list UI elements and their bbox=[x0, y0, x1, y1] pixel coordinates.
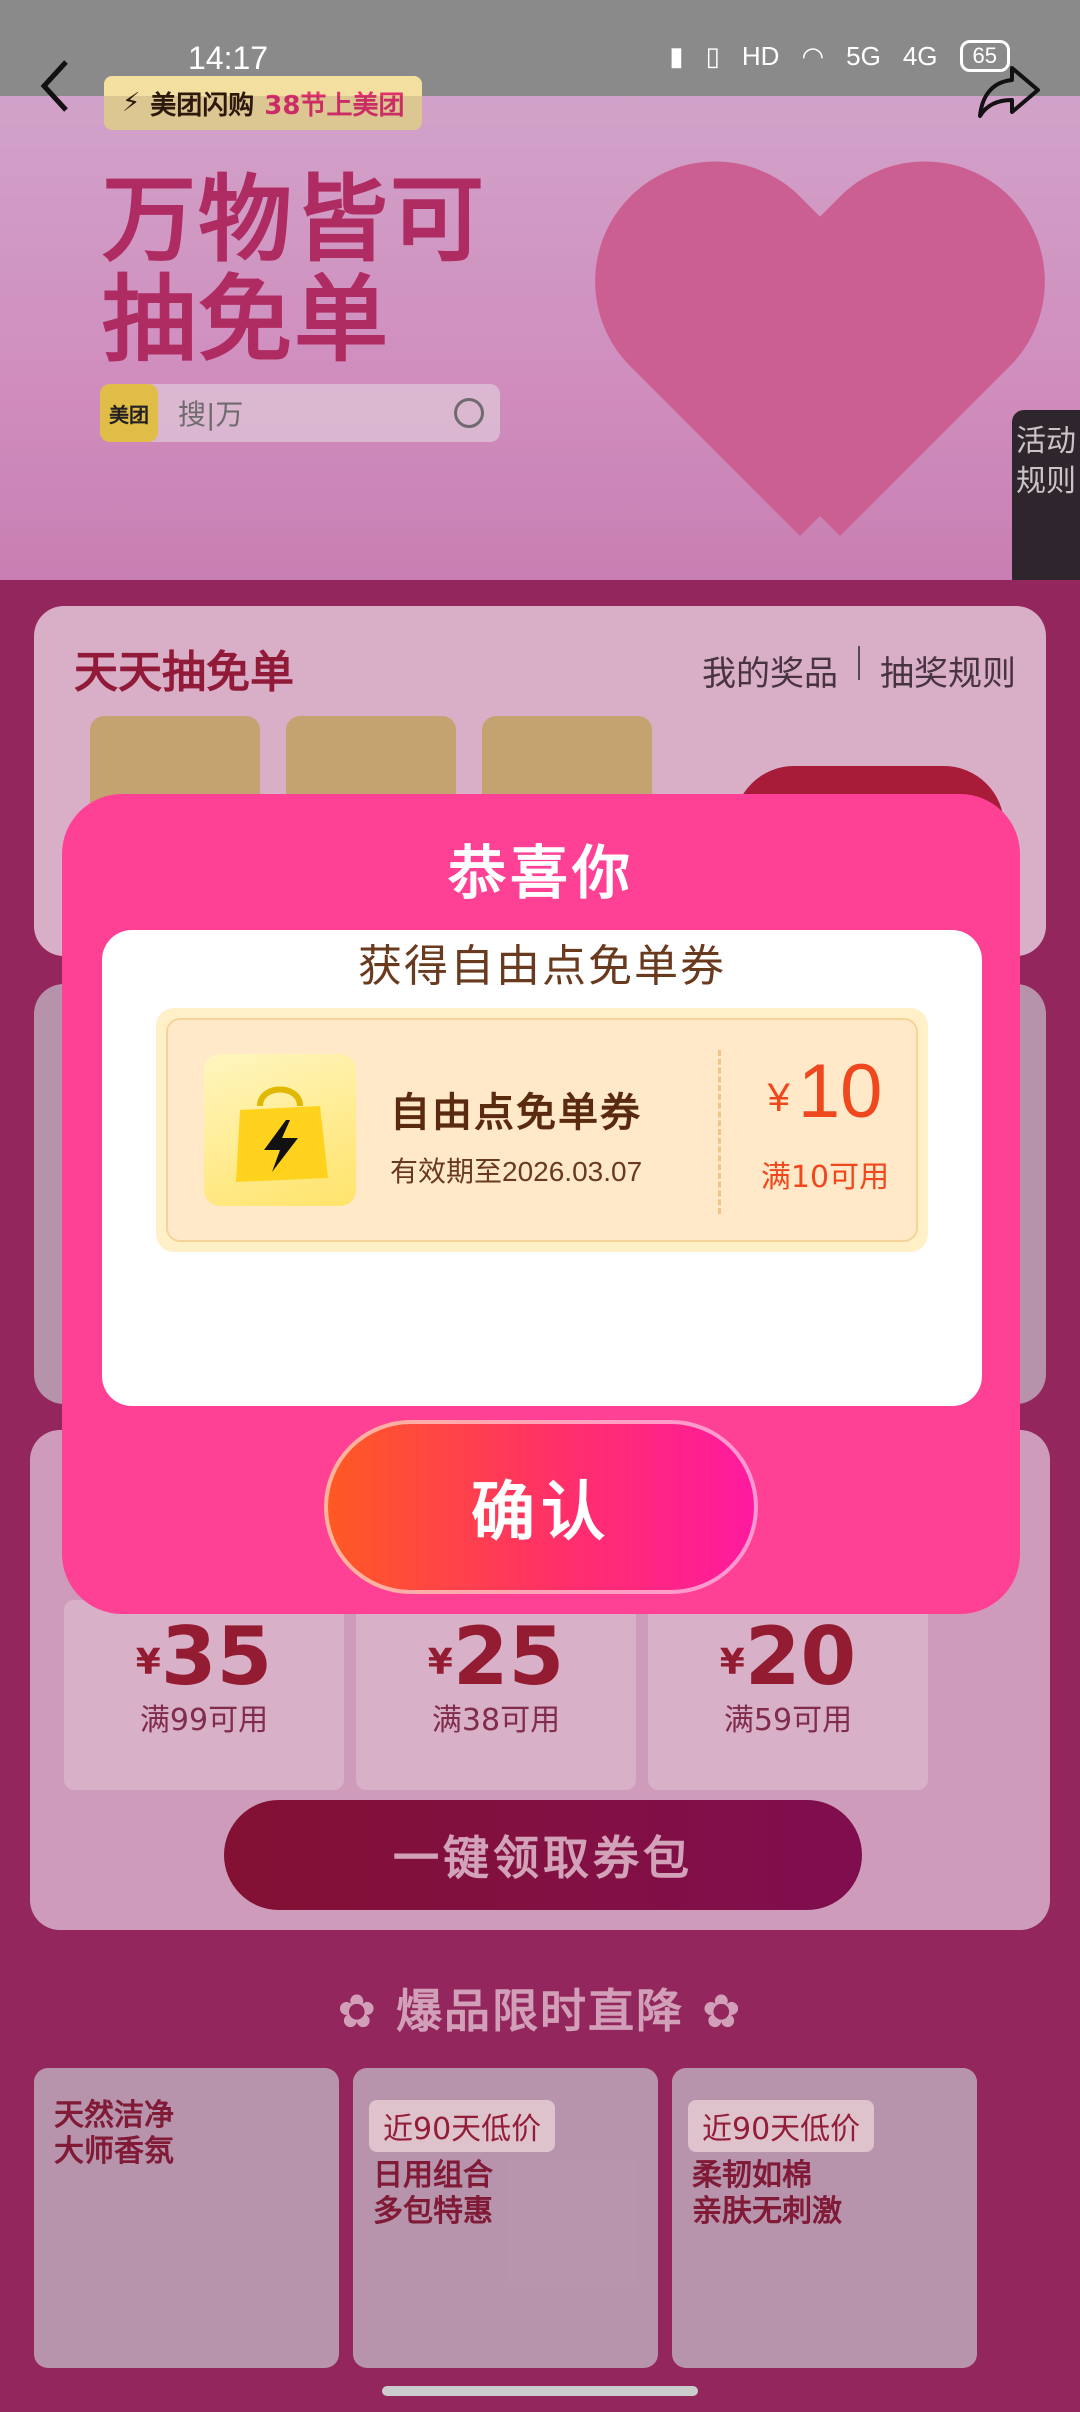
voucher-amount: 10 bbox=[797, 1049, 883, 1134]
voucher-divider bbox=[718, 1050, 721, 1214]
voucher-icon-box bbox=[204, 1054, 356, 1206]
voucher-card: 自由点免单券 有效期至2026.03.07 ¥10 满10可用 bbox=[156, 1008, 928, 1252]
voucher-condition: 满10可用 bbox=[760, 1160, 890, 1195]
home-indicator[interactable] bbox=[382, 2386, 698, 2396]
voucher-inner: 自由点免单券 有效期至2026.03.07 ¥10 满10可用 bbox=[166, 1018, 918, 1242]
confirm-button[interactable]: 确认 bbox=[324, 1420, 758, 1594]
lightning-bag-icon bbox=[236, 1086, 328, 1182]
status-icons: ▮ ▯ HD ◠ 5G 4G 65 bbox=[669, 40, 1010, 72]
modal-title: 恭喜你 bbox=[447, 839, 634, 907]
reward-modal: 恭喜你 获得自由点免单券 自由点免单券 有效期至2026.03.07 ¥10 满… bbox=[62, 794, 1020, 1614]
hd-icon: HD bbox=[741, 40, 780, 71]
signal-4g-icon: 4G bbox=[902, 40, 938, 71]
status-time: 14:17 bbox=[188, 40, 269, 76]
nfc-icon: ▮ bbox=[669, 40, 684, 71]
signal-5g-icon: 5G bbox=[846, 40, 881, 71]
voucher-amount-group: ¥10 bbox=[740, 1048, 910, 1135]
wifi-icon: ◠ bbox=[801, 40, 825, 71]
voucher-currency: ¥ bbox=[767, 1076, 790, 1120]
voucher-validity: 有效期至2026.03.07 bbox=[390, 1156, 643, 1187]
modal-panel: 获得自由点免单券 自由点免单券 有效期至2026.03.07 ¥10 满10可用 bbox=[102, 930, 982, 1406]
voucher-name: 自由点免单券 bbox=[390, 1090, 642, 1136]
modal-subtitle: 获得自由点免单券 bbox=[358, 941, 726, 992]
vibrate-icon: ▯ bbox=[705, 40, 720, 71]
